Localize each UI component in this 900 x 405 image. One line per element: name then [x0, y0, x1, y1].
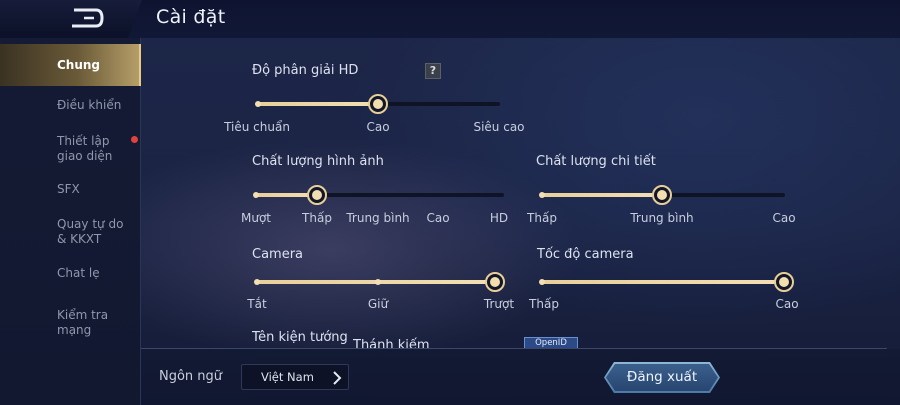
slider-start-dot [254, 279, 260, 285]
sidebar-item-label: Chat lẹ [57, 266, 100, 280]
sidebar-item-label: Chung [57, 58, 101, 72]
slider-fill [258, 102, 378, 106]
header-bar: Cài đặt [0, 0, 900, 38]
language-value: Việt Nam [261, 370, 314, 384]
settings-screen: Cài đặt Chung Điều khiển Thiết lập giao … [0, 0, 900, 405]
back-arrow-icon [72, 8, 104, 28]
sidebar-item-label: Điều khiển [57, 98, 122, 112]
image-quality-label: Chất lượng hình ảnh [252, 154, 384, 169]
slider-mid-dot [375, 279, 381, 285]
tick-label: Cao [772, 211, 796, 225]
tick-label: Trung bình [346, 211, 410, 225]
hero-name-value: Thánh kiếm [353, 338, 430, 348]
slider-thumb[interactable] [368, 94, 388, 114]
sidebar-item-label: SFX [57, 182, 80, 196]
sidebar-item-free-camera[interactable]: Quay tự do & KKXT [0, 217, 141, 251]
tick-label: Giữ [367, 297, 389, 311]
detail-quality-slider[interactable] [539, 185, 785, 205]
slider-thumb[interactable] [774, 272, 794, 292]
chevron-right-icon [333, 371, 342, 385]
camera-speed-label: Tốc độ camera [537, 247, 634, 262]
sidebar-item-label: Thiết lập giao diện [57, 134, 113, 163]
sidebar-item-sfx[interactable]: SFX [0, 182, 141, 202]
sidebar-item-quick-chat[interactable]: Chat lẹ [0, 266, 141, 286]
slider-start-dot [539, 192, 545, 198]
tick-label: Mượt [240, 211, 272, 225]
page-title: Cài đặt [156, 6, 226, 28]
hero-name-label: Tên kiện tướng [252, 330, 348, 345]
slider-fill [542, 193, 662, 197]
sidebar-item-label: Kiểm tra mạng [57, 308, 109, 337]
camera-slider[interactable] [254, 272, 505, 292]
back-button[interactable] [0, 0, 142, 38]
tick-label: Trượt [483, 297, 515, 311]
sidebar-item-controls[interactable]: Điều khiển [0, 98, 141, 118]
sidebar-item-interface[interactable]: Thiết lập giao diện [0, 134, 141, 168]
slider-thumb[interactable] [485, 272, 505, 292]
footer-divider [141, 348, 887, 349]
slider-start-dot [253, 192, 259, 198]
image-quality-slider[interactable] [253, 185, 504, 205]
detail-quality-label: Chất lượng chi tiết [536, 154, 656, 169]
language-label: Ngôn ngữ [159, 369, 223, 384]
slider-thumb[interactable] [652, 185, 672, 205]
tick-label: Trung bình [630, 211, 694, 225]
settings-sidebar: Chung Điều khiển Thiết lập giao diện SFX… [0, 38, 141, 405]
notification-dot [131, 136, 138, 143]
slider-start-dot [255, 101, 261, 107]
tick-label: Thấp [527, 211, 557, 225]
language-select[interactable]: Việt Nam [241, 364, 349, 390]
logout-button[interactable]: Đăng xuất [604, 362, 720, 393]
camera-speed-slider[interactable] [539, 272, 794, 292]
slider-thumb[interactable] [307, 185, 327, 205]
tick-label: Tắt [247, 297, 267, 311]
resolution-slider[interactable] [255, 94, 500, 114]
logout-button-label: Đăng xuất [606, 364, 718, 391]
resolution-label: Độ phân giải HD [252, 63, 359, 78]
sidebar-item-network-check[interactable]: Kiểm tra mạng [0, 308, 141, 337]
help-button[interactable]: ? [425, 63, 441, 79]
tick-label: HD [489, 211, 509, 225]
sidebar-item-label: Quay tự do & KKXT [57, 217, 124, 246]
tick-label: Cao [775, 297, 799, 311]
tick-label: Cao [366, 120, 390, 134]
tick-label: Thấp [529, 297, 559, 311]
tick-label: Siêu cao [473, 120, 525, 134]
camera-label: Camera [252, 247, 304, 262]
slider-fill [542, 280, 784, 284]
sidebar-item-general[interactable]: Chung [0, 44, 141, 86]
tick-label: Cao [426, 211, 450, 225]
tick-label: Thấp [302, 211, 332, 225]
slider-start-dot [539, 279, 545, 285]
tick-label: Tiêu chuẩn [224, 120, 290, 134]
